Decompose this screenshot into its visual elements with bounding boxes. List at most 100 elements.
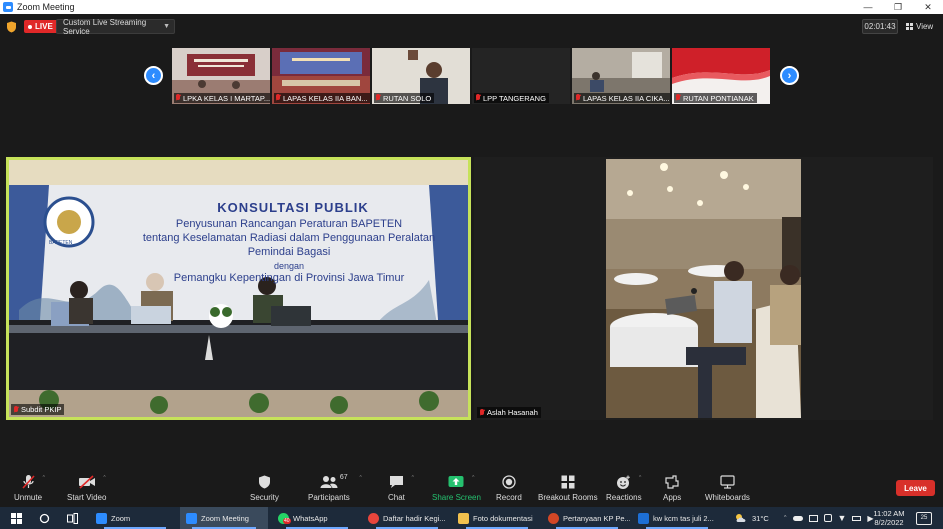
security-label: Security [250,493,279,502]
participants-button[interactable]: 67 ˆ Participants [308,473,362,505]
mic-muted-icon [275,94,281,102]
leave-button[interactable]: Leave [896,480,935,496]
reactions-button[interactable]: ˆ Reactions [606,473,642,505]
participant-tile[interactable]: RUTAN PONTIANAK [672,48,770,104]
meeting-timer: 02:01:43 [862,19,898,34]
view-button[interactable]: View [906,20,933,33]
banner-line-4: Pemindai Bagasi [247,246,331,258]
whatsapp-icon: 40 [278,512,291,524]
live-label: LIVE [35,22,53,31]
chevron-up-icon[interactable]: ˆ [639,476,641,483]
conference-video-scene [9,160,468,417]
chevron-left-icon: ‹ [151,69,156,82]
secondary-speaker-name: Aslah Hasanah [487,408,538,417]
clock-date: 8/2/2022 [874,518,904,527]
tile-name: RUTAN SOLO [383,93,432,103]
taskbar-clock[interactable]: 11:02 AM 8/2/2022 [867,509,911,527]
apps-button[interactable]: Apps [663,473,681,505]
view-label: View [916,22,934,31]
taskbar-item-word[interactable]: kw kcm tas juli 2... [634,507,720,529]
chevron-up-icon[interactable]: ˆ [103,476,105,483]
whatsapp-badge: 40 [283,517,291,524]
restore-icon[interactable]: ❐ [883,0,913,14]
task-view-button[interactable] [64,507,80,529]
clock-time: 11:02 AM [873,509,905,518]
tile-label: RUTAN PONTIANAK [674,93,757,103]
system-tray: ˆ ▼ ▶ [784,507,874,529]
participant-tile[interactable]: LPP TANGERANG [472,48,570,104]
start-video-button[interactable]: ˆ Start Video [67,473,106,505]
taskbar-item-powerpoint[interactable]: Pertanyaan KP Pe... [544,507,630,529]
chevron-right-icon: › [787,69,792,82]
folder-icon [458,512,469,524]
bapeten-logo-text: BAPETEN [49,240,73,246]
apps-label: Apps [663,493,682,502]
chat-label: Chat [388,493,405,502]
taskbar-item-whatsapp[interactable]: 40 WhatsApp [274,507,360,529]
active-speaker-video[interactable]: KONSULTASI PUBLIK Penyusunan Rancangan P… [6,157,471,420]
banner-line-5: dengan [273,261,305,271]
weather-widget[interactable]: 31°C [734,507,769,529]
encryption-shield-icon[interactable] [6,21,17,33]
cloud-sun-icon [736,514,746,522]
participant-tile[interactable]: LAPAS KELAS IIA CIKA... [572,48,670,104]
participant-tile[interactable]: LAPAS KELAS IIA BAN... [272,48,370,104]
battery-icon[interactable] [852,515,862,521]
meeting-room-scene [606,159,801,418]
secondary-speaker-video[interactable] [606,159,801,418]
search-button[interactable] [36,507,52,529]
onedrive-cloud-icon[interactable] [792,515,803,521]
strip-prev-button[interactable]: ‹ [144,66,163,85]
security-button[interactable]: Security [250,473,279,505]
banner-line-6: Pemangku Kepentingan di Provinsi Jawa Ti… [173,272,405,284]
whiteboards-button[interactable]: Whiteboards [705,473,750,505]
mic-muted-icon: ˆ [21,473,45,491]
taskbar-label: Daftar hadir Kegi... [383,513,446,523]
notifications-button[interactable]: 25 [916,507,932,529]
mic-muted-icon [175,94,181,102]
minimize-icon[interactable]: — [853,0,883,14]
speaker-name: Subdit PKIP [21,405,62,414]
banner-line-2: Penyusunan Rancangan Peraturan BAPETEN [175,218,403,230]
powerpoint-icon [548,512,559,524]
meeting-top-bar: LIVE Custom Live Streaming Service ▼ 02:… [0,14,943,40]
stream-service-dropdown[interactable]: Custom Live Streaming Service ▼ [56,18,175,36]
windows-logo-icon [10,512,22,524]
wifi-icon[interactable]: ▼ [838,513,847,523]
taskbar-item-zoom[interactable]: Zoom [92,507,178,529]
record-label: Record [496,493,522,502]
tile-label: LPP TANGERANG [474,93,549,103]
apps-icon [665,473,679,491]
tile-name: RUTAN PONTIANAK [683,93,754,103]
chevron-up-icon[interactable]: ˆ [412,476,414,483]
live-badge[interactable]: LIVE [24,20,58,33]
chat-button[interactable]: ˆ Chat [388,473,414,505]
app-tray-icon[interactable] [823,514,832,522]
mic-muted-icon [475,94,481,102]
window-title: Zoom Meeting [17,2,75,12]
taskbar-label: Foto dokumentasi [473,513,533,523]
start-button[interactable] [8,507,24,529]
strip-next-button[interactable]: › [780,66,799,85]
chevron-up-icon[interactable]: ˆ [784,514,787,523]
network-icon[interactable] [808,514,818,522]
share-screen-icon: ˆ [448,473,474,491]
breakout-rooms-icon [561,473,575,491]
participants-count: 67 [339,474,348,481]
secondary-speaker-label: Aslah Hasanah [477,407,541,418]
chevron-up-icon[interactable]: ˆ [43,476,45,483]
task-view-icon [66,512,78,524]
taskbar-item-zoom-meeting[interactable]: Zoom Meeting [180,507,268,529]
chevron-up-icon[interactable]: ˆ [472,476,474,483]
breakout-rooms-button[interactable]: Breakout Rooms [538,473,598,505]
unmute-button[interactable]: ˆ Unmute [14,473,45,505]
participant-tile[interactable]: RUTAN SOLO [372,48,470,104]
record-button[interactable]: Record [496,473,522,505]
share-screen-button[interactable]: ˆ Share Screen [432,473,481,505]
participant-tile[interactable]: LPKA KELAS I MARTAP... [172,48,270,104]
taskbar-item-folder[interactable]: Foto dokumentasi [454,507,540,529]
taskbar-item-chrome[interactable]: Daftar hadir Kegi... [364,507,450,529]
chevron-up-icon[interactable]: ˆ [360,476,362,483]
chat-icon: ˆ [389,473,414,491]
close-icon[interactable]: ✕ [913,0,943,14]
